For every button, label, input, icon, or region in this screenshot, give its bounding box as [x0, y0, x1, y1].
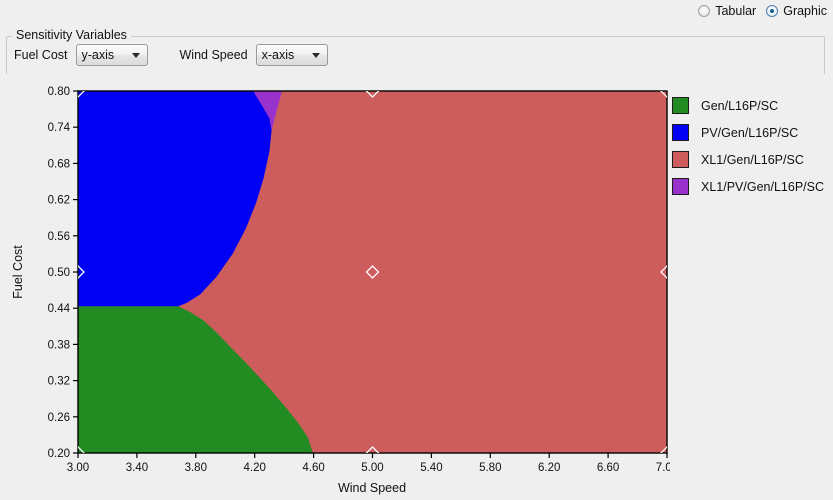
svg-text:0.62: 0.62 [48, 195, 70, 207]
chevron-down-icon [131, 53, 140, 58]
sensitivity-fields-row: Fuel Cost y-axis Wind Speed x-axis [14, 44, 328, 66]
x-axis-title: Wind Speed [338, 481, 406, 495]
svg-text:3.00: 3.00 [67, 462, 89, 474]
legend-swatch-xl1-pv-gen [672, 178, 689, 195]
svg-text:0.20: 0.20 [48, 448, 70, 460]
legend-label-xl1-pv-gen: XL1/PV/Gen/L16P/SC [701, 179, 824, 194]
dropdown-fuel-cost-value: y-axis [81, 48, 115, 62]
svg-text:0.56: 0.56 [48, 231, 70, 243]
legend-label-gen: Gen/L16P/SC [701, 98, 779, 113]
legend-swatch-gen [672, 97, 689, 114]
legend-item[interactable]: Gen/L16P/SC [672, 92, 833, 119]
svg-text:6.20: 6.20 [538, 462, 560, 474]
dropdown-wind-speed-axis[interactable]: x-axis [255, 44, 328, 66]
svg-text:5.80: 5.80 [479, 462, 501, 474]
plot-legend: Gen/L16P/SC PV/Gen/L16P/SC XL1/Gen/L16P/… [672, 92, 833, 200]
view-mode-radio-group: Tabular Graphic [698, 4, 827, 18]
y-axis-ticks: 0.20 0.26 0.32 0.38 0.44 0.50 0.56 0.62 0.68 0.74… [48, 86, 78, 460]
sensitivity-plot[interactable]: 3.00 3.40 3.80 4.20 4.60 5.00 5.40 5.80 6.20 6.60… [0, 80, 670, 500]
svg-text:5.00: 5.00 [361, 462, 383, 474]
svg-text:5.40: 5.40 [420, 462, 442, 474]
region-fills [78, 91, 667, 453]
svg-text:3.40: 3.40 [126, 462, 148, 474]
y-axis-title: Fuel Cost [11, 245, 25, 299]
svg-text:0.32: 0.32 [48, 376, 70, 388]
svg-text:0.26: 0.26 [48, 412, 70, 424]
label-fuel-cost: Fuel Cost [14, 48, 68, 62]
svg-text:6.60: 6.60 [597, 462, 619, 474]
group-box-title: Sensitivity Variables [12, 28, 131, 42]
svg-text:0.50: 0.50 [48, 267, 70, 279]
svg-text:3.80: 3.80 [185, 462, 207, 474]
svg-text:4.60: 4.60 [302, 462, 324, 474]
label-wind-speed: Wind Speed [179, 48, 248, 62]
plot-canvas[interactable]: 3.00 3.40 3.80 4.20 4.60 5.00 5.40 5.80 6.20 6.60… [0, 80, 670, 500]
radio-option-tabular[interactable]: Tabular [698, 4, 756, 18]
legend-label-pv-gen: PV/Gen/L16P/SC [701, 125, 799, 140]
svg-text:7.00: 7.00 [656, 462, 670, 474]
radio-label-graphic: Graphic [783, 4, 827, 18]
legend-item[interactable]: XL1/Gen/L16P/SC [672, 146, 833, 173]
dropdown-wind-speed-value: x-axis [261, 48, 295, 62]
chevron-down-icon [311, 53, 320, 58]
top-toolbar: Tabular Graphic [0, 0, 833, 24]
radio-button-tabular[interactable] [698, 5, 711, 17]
svg-text:0.74: 0.74 [48, 122, 71, 134]
legend-swatch-xl1-gen [672, 151, 689, 168]
legend-swatch-pv-gen [672, 124, 689, 141]
radio-option-graphic[interactable]: Graphic [766, 4, 827, 18]
legend-item[interactable]: PV/Gen/L16P/SC [672, 119, 833, 146]
radio-label-tabular: Tabular [715, 4, 757, 18]
x-axis-ticks: 3.00 3.40 3.80 4.20 4.60 5.00 5.40 5.80 6.20 6.60… [67, 453, 670, 474]
dropdown-fuel-cost-axis[interactable]: y-axis [75, 44, 148, 66]
sensitivity-variables-group: Sensitivity Variables Fuel Cost y-axis W… [6, 28, 827, 76]
svg-text:4.20: 4.20 [244, 462, 266, 474]
legend-item[interactable]: XL1/PV/Gen/L16P/SC [672, 173, 833, 200]
svg-text:0.44: 0.44 [48, 303, 71, 315]
legend-label-xl1-gen: XL1/Gen/L16P/SC [701, 152, 804, 167]
svg-text:0.68: 0.68 [48, 158, 70, 170]
radio-button-graphic[interactable] [766, 5, 779, 17]
svg-text:0.80: 0.80 [48, 86, 70, 98]
svg-text:0.38: 0.38 [48, 339, 70, 351]
